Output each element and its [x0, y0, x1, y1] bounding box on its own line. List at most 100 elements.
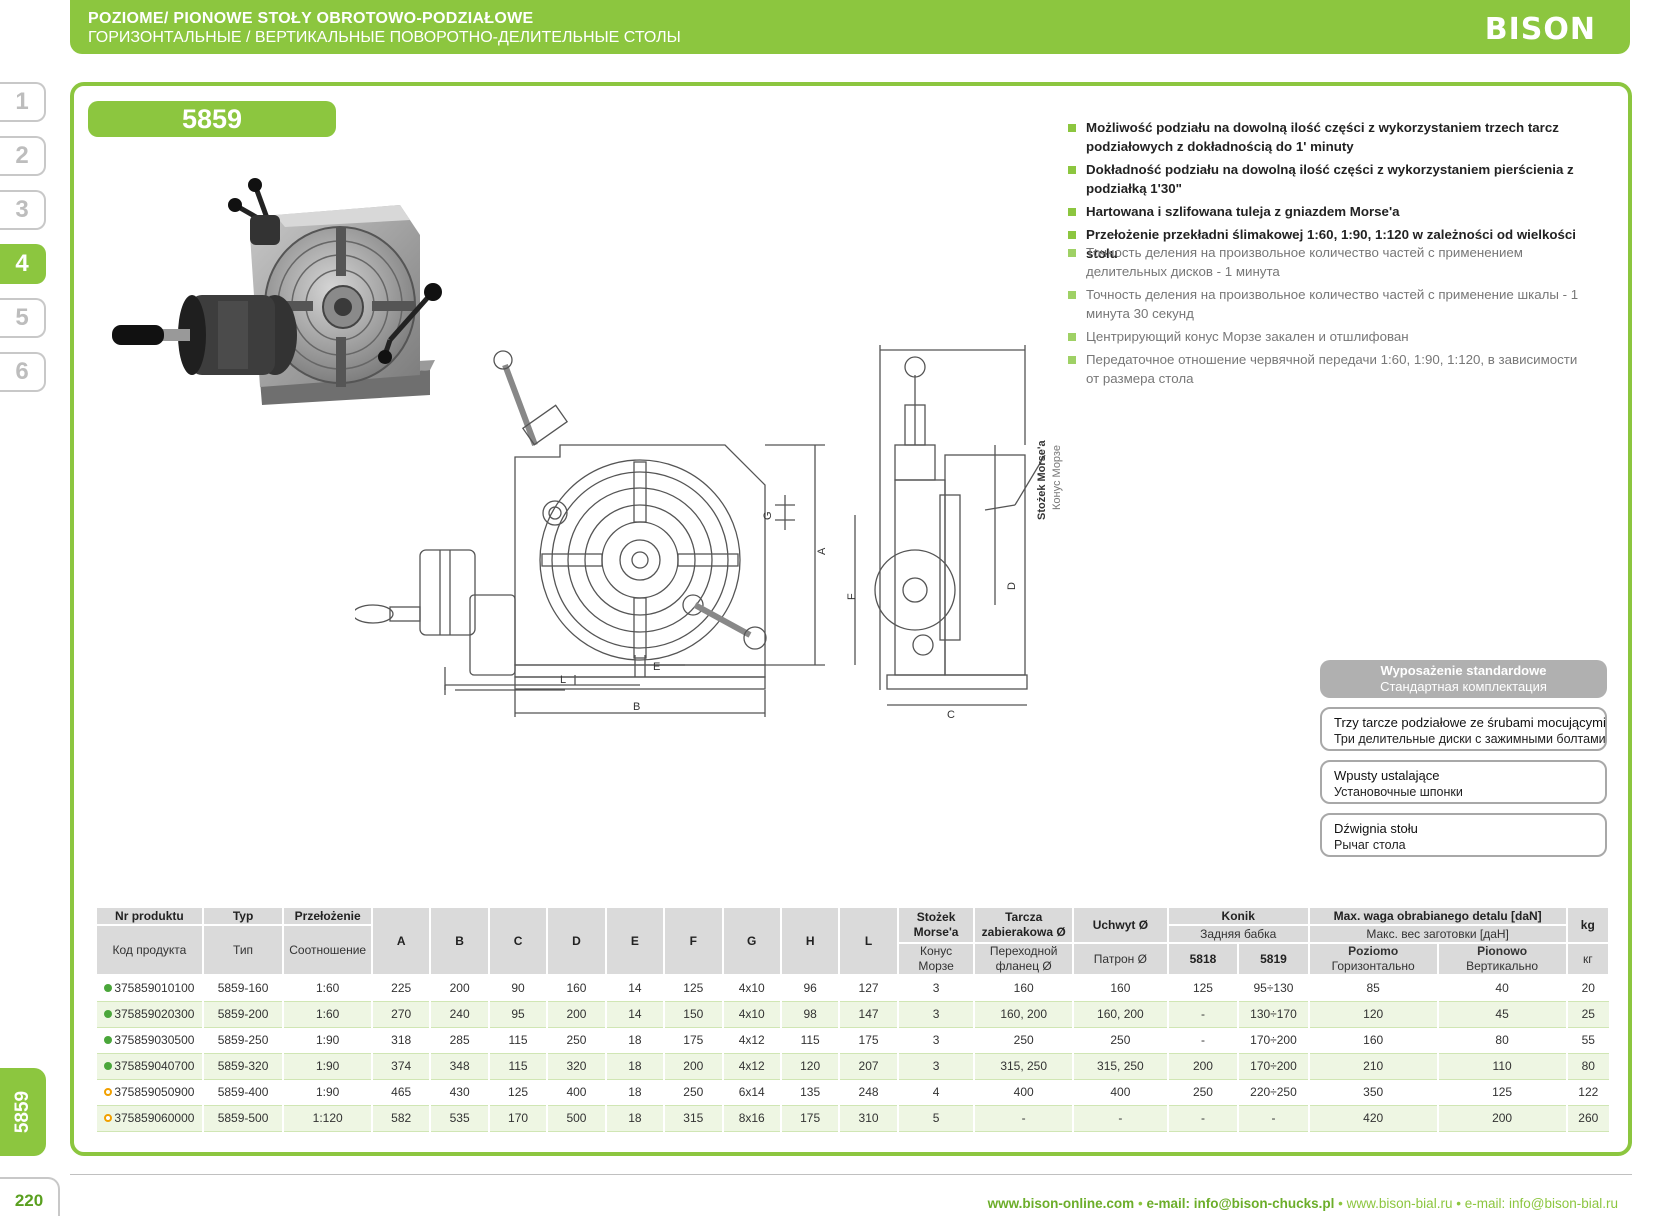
footer-email[interactable]: e-mail: info@bison-chucks.pl [1146, 1196, 1334, 1211]
morse-label-pl: Stożek Morse'a [1036, 439, 1048, 520]
table-cell: 400 [546, 1079, 606, 1105]
table-cell: 115 [779, 1027, 840, 1053]
dim-label-a: A [816, 547, 828, 555]
col-morse-ru: Конус Морзе [896, 942, 976, 976]
product-code: 5859 [88, 101, 336, 137]
feature-pl: Możliwość podziału na dowolną ilość częś… [1068, 118, 1588, 156]
table-cell: 320 [546, 1053, 606, 1079]
product-number-cell: 375859060000 [95, 1105, 203, 1131]
chapter-tab-6[interactable]: 6 [0, 352, 46, 392]
table-row: 375859050900 5859-400 1:90 465 430 125 400 18 25… [95, 1079, 1609, 1105]
feature-ru: Точность деления на произвольное количес… [1068, 243, 1588, 281]
col-uchwyt: Uchwyt Ø [1072, 906, 1169, 944]
table-cell: 4x10 [721, 975, 781, 1001]
equipment-item-pl: Wpusty ustalające [1334, 768, 1440, 783]
dim-label-h: H [947, 345, 955, 348]
table-cell: 207 [838, 1053, 898, 1079]
table-cell: 18 [604, 1105, 665, 1131]
feature-pl: Dokładność podziału na dowolną ilość czę… [1068, 160, 1588, 198]
table-cell: 160 [1307, 1027, 1438, 1053]
chapter-tabs: 1 2 3 4 5 6 [0, 82, 46, 406]
col-poz-pl: Poziomo [1348, 944, 1399, 958]
col-uchwyt-ru: Патрон Ø [1072, 942, 1169, 976]
col-d: D [546, 906, 607, 976]
table-cell: 5859-160 [201, 975, 284, 1001]
table-cell: 1:90 [282, 1053, 372, 1079]
footer-site-2[interactable]: www.bison-bial.ru [1347, 1196, 1453, 1211]
table-cell: 18 [604, 1053, 665, 1079]
table-cell: 3 [896, 1053, 975, 1079]
availability-dot-icon [104, 1010, 113, 1018]
table-cell: 160 [546, 975, 606, 1001]
table-cell: 135 [779, 1079, 840, 1105]
table-cell: 250 [663, 1079, 723, 1105]
table-cell: - [1237, 1105, 1309, 1131]
col-poz: Poziomo Горизонтально [1307, 942, 1439, 976]
footer-email-2[interactable]: e-mail: info@bison-bial.ru [1465, 1196, 1618, 1211]
availability-dot-icon [104, 1062, 113, 1070]
availability-dot-icon [104, 1114, 113, 1122]
table-cell: 1:90 [282, 1079, 372, 1105]
equipment-item-pl: Dźwignia stołu [1334, 821, 1418, 836]
table-cell: 1:120 [282, 1105, 372, 1131]
feature-pl: Hartowana i szlifowana tuleja z gniazdem… [1068, 202, 1588, 221]
table-cell: 4x12 [721, 1027, 781, 1053]
table-cell: 40 [1436, 975, 1567, 1001]
table-cell: 4x10 [721, 1001, 781, 1027]
features-ru: Точность деления на произвольное количес… [1068, 243, 1588, 392]
table-cell: 374 [370, 1053, 431, 1079]
table-cell: 250 [1072, 1027, 1168, 1053]
col-pion-ru: Вертикально [1466, 959, 1539, 973]
bison-logo: BISON [1484, 12, 1596, 47]
product-number: 375859040700 [114, 1059, 195, 1073]
table-cell: 95÷130 [1237, 975, 1309, 1001]
table-cell: 130÷170 [1237, 1001, 1309, 1027]
chapter-tab-5[interactable]: 5 [0, 298, 46, 338]
table-cell: 96 [779, 975, 840, 1001]
equipment-item-pl: Trzy tarcze podziałowe ze śrubami mocują… [1334, 715, 1606, 730]
col-prz: Przełożenie [282, 906, 373, 926]
col-typ: Typ [201, 906, 285, 926]
section-code-tab: 5859 [0, 1068, 46, 1156]
table-cell: 315 [663, 1105, 723, 1131]
table-cell: 3 [896, 1001, 975, 1027]
col-pion: Pionowo Вертикально [1436, 942, 1568, 976]
table-cell: 110 [1436, 1053, 1567, 1079]
table-cell: 400 [1072, 1079, 1168, 1105]
table-cell: 5859-200 [201, 1001, 284, 1027]
chapter-tab-2[interactable]: 2 [0, 136, 46, 176]
table-cell: 400 [973, 1079, 1074, 1105]
equipment-header-ru: Стандартная комплектация [1380, 679, 1547, 694]
table-cell: 430 [429, 1079, 489, 1105]
header-title-ru: ГОРИЗОНТАЛЬНЫЕ / ВЕРТИКАЛЬНЫЕ ПОВОРОТНО-… [88, 29, 681, 46]
chapter-tab-3[interactable]: 3 [0, 190, 46, 230]
product-number-cell: 375859050900 [95, 1079, 203, 1105]
table-cell: 6x14 [721, 1079, 781, 1105]
col-typ-ru: Тип [201, 924, 285, 976]
availability-dot-icon [104, 984, 113, 993]
chapter-tab-4[interactable]: 4 [0, 244, 46, 284]
product-number-cell: 375859020300 [95, 1001, 203, 1027]
product-number: 375859020300 [114, 1007, 195, 1021]
dim-label-f: F [846, 593, 858, 600]
dim-label-e: E [653, 661, 660, 673]
dim-label-l: L [560, 674, 566, 686]
dim-label-c: C [947, 709, 955, 721]
chapter-tab-1[interactable]: 1 [0, 82, 46, 122]
table-cell: 175 [838, 1027, 898, 1053]
table-cell: 160 [1072, 975, 1168, 1001]
table-cell: 3 [896, 1027, 975, 1053]
col-morse: Stożek Morse'a [896, 906, 976, 944]
spec-table-body: 375859010100 5859-160 1:60 225 200 90 160 14 125… [95, 975, 1609, 1131]
footer-separator: • [1338, 1196, 1343, 1211]
table-cell: 95 [487, 1001, 548, 1027]
table-cell: 45 [1436, 1001, 1567, 1027]
col-nr: Nr produktu [95, 906, 204, 926]
col-b: B [429, 906, 490, 976]
footer-site[interactable]: www.bison-online.com [988, 1196, 1135, 1211]
table-row: 375859060000 5859-500 1:120 582 535 170 500 18 3… [95, 1105, 1609, 1131]
equipment-item: Dźwignia stołu Рычаг стола [1320, 813, 1607, 857]
col-5818: 5818 [1166, 942, 1240, 976]
table-cell: 250 [1166, 1079, 1239, 1105]
table-cell: 200 [429, 975, 489, 1001]
